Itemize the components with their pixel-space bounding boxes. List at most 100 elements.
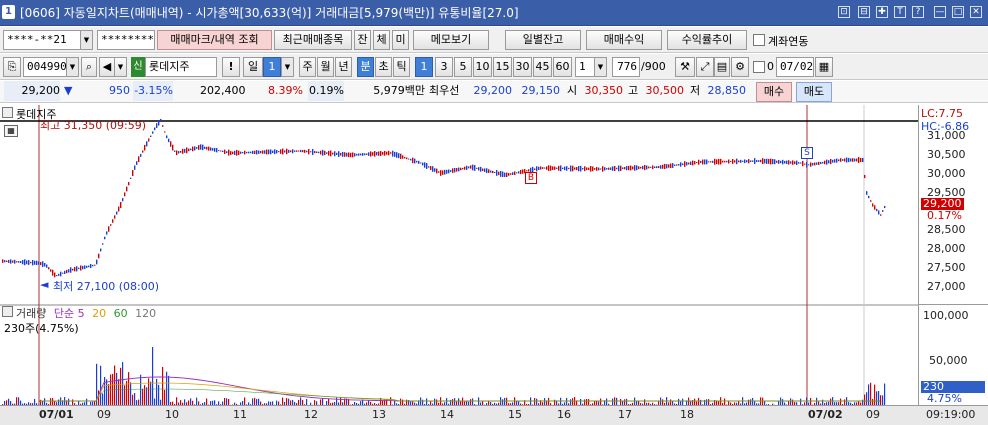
price-candle <box>824 160 826 165</box>
price-candle <box>216 148 218 153</box>
window-dock-icon[interactable]: ⊡ <box>838 6 850 18</box>
price-candle <box>670 163 672 169</box>
sell-marker[interactable]: S <box>801 147 813 159</box>
interval-45-button[interactable]: 45 <box>533 57 552 77</box>
price-candle <box>806 161 808 168</box>
gear-icon[interactable]: ⚙ <box>731 57 749 77</box>
buy-marker[interactable]: B <box>525 172 537 184</box>
lc-label: LC:7.75 <box>921 107 964 120</box>
account-input[interactable]: ****-**21 <box>3 30 81 50</box>
price-candle <box>550 165 552 171</box>
account-link-checkbox[interactable] <box>753 34 765 46</box>
trade-profit-button[interactable]: 매매수익 <box>586 30 662 50</box>
volume-bar <box>124 385 126 405</box>
price-candle <box>76 266 78 272</box>
pin-icon[interactable]: ✚ <box>876 6 888 18</box>
price-candle <box>160 118 162 122</box>
price-candle <box>314 151 316 154</box>
search-icon[interactable]: ⌕ <box>81 57 97 77</box>
volume-bar <box>752 397 754 405</box>
code-search-icon[interactable]: ⎘ <box>3 57 21 77</box>
price-candle <box>866 191 868 195</box>
maximize-icon[interactable]: □ <box>952 6 964 18</box>
period-day-button[interactable]: 일 <box>243 57 263 77</box>
save-icon[interactable]: ▤ <box>714 57 730 77</box>
daily-balance-button[interactable]: 일별잔고 <box>505 30 581 50</box>
count-input[interactable]: 776 <box>612 57 640 77</box>
font-icon[interactable]: T <box>894 6 906 18</box>
price-candle <box>226 151 228 154</box>
buy-button[interactable]: 매수 <box>756 82 792 102</box>
interval-5-button[interactable]: 5 <box>454 57 472 77</box>
alert-button[interactable]: ! <box>222 57 240 77</box>
speaker-dropdown-icon[interactable]: ▼ <box>114 57 127 77</box>
expand-icon[interactable]: ⤢ <box>696 57 714 77</box>
price-candle <box>748 159 750 164</box>
window-tile-icon[interactable]: ⊟ <box>858 6 870 18</box>
interval-60-button[interactable]: 60 <box>553 57 572 77</box>
price-candle <box>300 149 302 153</box>
price-candle <box>562 167 564 170</box>
date-checkbox[interactable] <box>753 61 765 73</box>
period-dropdown-icon[interactable]: ▼ <box>281 57 294 77</box>
interval-3-button[interactable]: 3 <box>435 57 453 77</box>
price-candle <box>696 161 698 164</box>
volume-pane-collapse-icon[interactable] <box>2 306 13 317</box>
balance-button[interactable]: 잔 <box>354 30 371 50</box>
help-icon[interactable]: ? <box>912 6 924 18</box>
open-label: 시 <box>567 84 578 97</box>
return-trend-button[interactable]: 수익률추이 <box>667 30 747 50</box>
second-button[interactable]: 초 <box>375 57 392 77</box>
trade-mark-button[interactable]: 매매마크/내역 조회 <box>157 30 272 50</box>
price-candle <box>366 153 368 155</box>
table-icon[interactable]: ▦ <box>4 125 18 137</box>
price-candle <box>868 195 870 199</box>
date-input[interactable]: 07/02 <box>776 57 814 77</box>
price-candle <box>614 166 616 172</box>
price-candle <box>626 166 628 171</box>
volume-bar <box>282 397 284 405</box>
price-candle <box>500 170 502 177</box>
interval-1-button[interactable]: 1 <box>415 57 433 77</box>
interval-30-button[interactable]: 30 <box>513 57 532 77</box>
period-year-button[interactable]: 년 <box>335 57 352 77</box>
price-candle <box>368 152 370 156</box>
period-month-button[interactable]: 월 <box>317 57 334 77</box>
chart-area[interactable]: 롯데지주 ▦ 최고 31,350 (09:59) ◄ 최저 27,100 (08… <box>0 105 988 405</box>
interval-15-button[interactable]: 15 <box>493 57 512 77</box>
memo-button[interactable]: 메모보기 <box>413 30 489 50</box>
price-candle <box>70 267 72 273</box>
x-label-10: 10 <box>165 408 179 421</box>
password-input[interactable]: ******** <box>97 30 155 50</box>
period-week-button[interactable]: 주 <box>299 57 316 77</box>
minimize-icon[interactable]: — <box>934 6 946 18</box>
period-value-field[interactable]: 1 <box>263 57 281 77</box>
minute-button[interactable]: 분 <box>357 57 374 77</box>
code-dropdown-icon[interactable]: ▼ <box>66 57 79 77</box>
account-dropdown-icon[interactable]: ▼ <box>80 30 93 50</box>
recent-trades-button[interactable]: 최근매매종목 <box>274 30 352 50</box>
pane-collapse-icon[interactable] <box>2 107 13 118</box>
chart-canvas[interactable] <box>0 105 918 405</box>
interval-10-button[interactable]: 10 <box>473 57 492 77</box>
speaker-icon[interactable]: ◀ <box>99 57 115 77</box>
price-candle <box>546 166 548 170</box>
stock-code-input[interactable]: 004990 <box>23 57 67 77</box>
volume-bar <box>472 398 474 405</box>
price-candle <box>608 167 610 170</box>
x-label-14: 14 <box>440 408 454 421</box>
price-candle <box>406 157 408 160</box>
unexecuted-button[interactable]: 미 <box>392 30 409 50</box>
interval-input[interactable]: 1 <box>575 57 595 77</box>
price-candle <box>14 259 16 264</box>
price-candle <box>476 167 478 169</box>
interval-dropdown-icon[interactable]: ▼ <box>594 57 607 77</box>
tick-button[interactable]: 틱 <box>393 57 410 77</box>
volume-bar <box>16 397 18 405</box>
sell-button[interactable]: 매도 <box>796 82 832 102</box>
executed-button[interactable]: 체 <box>373 30 390 50</box>
stock-name-field[interactable]: 롯데지주 <box>145 57 217 77</box>
calendar-icon[interactable]: ▦ <box>815 57 833 77</box>
close-icon[interactable]: ✕ <box>970 6 982 18</box>
chart-tools-icon[interactable]: ⚒ <box>675 57 695 77</box>
